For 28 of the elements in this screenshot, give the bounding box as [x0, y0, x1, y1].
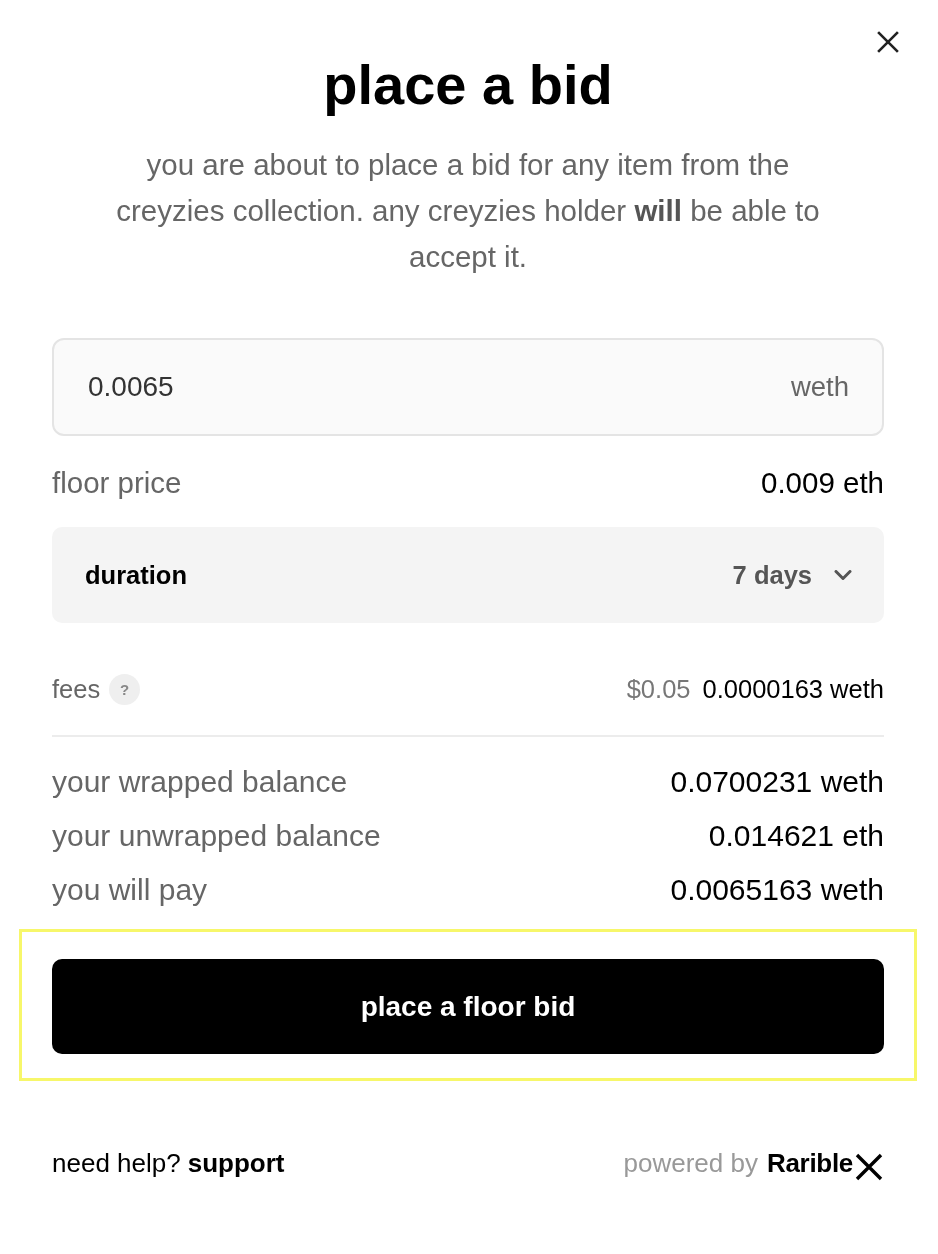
summary-value: 0.014621 eth [708, 818, 884, 854]
help-prompt: need help? [52, 1147, 181, 1180]
summary-value: 0.0065163 weth [670, 872, 884, 908]
chevron-down-icon [834, 569, 852, 581]
close-icon [877, 31, 899, 53]
powered-by-label: powered by [623, 1147, 758, 1180]
duration-label: duration [85, 560, 187, 590]
summary-label: your wrapped balance [52, 764, 348, 800]
dialog-description: you are about to place a bid for any item from the creyzies collection. any creyzies holder will be able to accept it. [115, 147, 821, 275]
support-link[interactable]: support [187, 1145, 285, 1181]
amount-value: 0.0065 [88, 371, 174, 403]
summary-label: your unwrapped balance [52, 818, 381, 854]
fees-usd-value: $0.05 [626, 674, 691, 705]
fees-label: fees [52, 674, 101, 705]
cross-icon [854, 1152, 884, 1182]
dialog-title: place a bid [323, 54, 613, 116]
summary-value: 0.0700231 weth [670, 764, 884, 800]
bid-amount-field[interactable]: 0.0065 weth [52, 338, 884, 436]
summary-label: you will pay [52, 872, 208, 908]
floor-price-value: 0.009 eth [760, 465, 884, 501]
place-bid-button[interactable]: place a floor bid [52, 959, 884, 1054]
duration-select[interactable]: duration 7 days [52, 527, 884, 623]
close-button[interactable] [876, 30, 900, 54]
floor-price-label: floor price [52, 465, 182, 501]
duration-value: 7 days [732, 560, 812, 590]
unit-label: weth [790, 371, 849, 403]
brand-name: Rarible [766, 1147, 853, 1180]
fees-value: 0.0000163 weth [702, 674, 884, 705]
